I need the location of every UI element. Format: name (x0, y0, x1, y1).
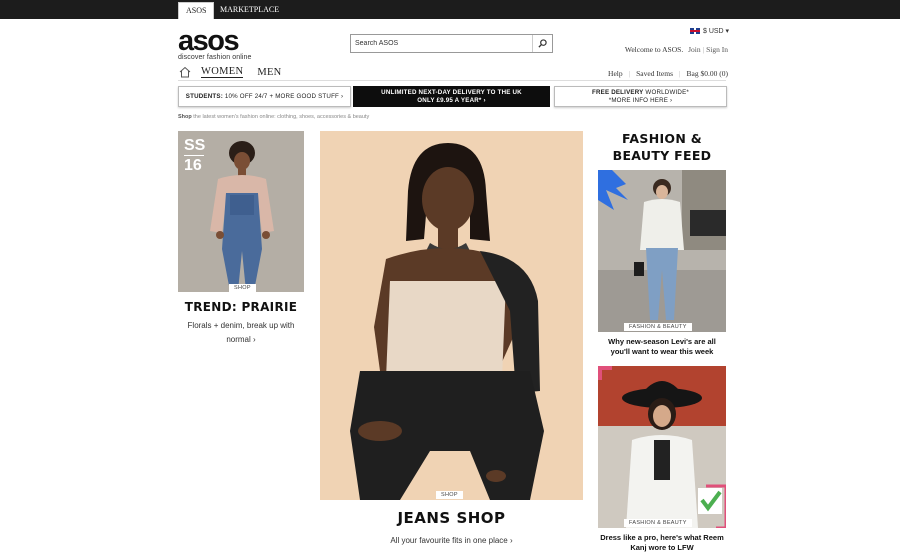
feed-item-1-tag: FASHION & BEAUTY (624, 323, 692, 331)
shop-tag: SHOP (436, 491, 463, 499)
search-input[interactable] (351, 35, 531, 52)
feed-title-line1: FASHION & (622, 131, 702, 146)
bag-label: Bag (686, 69, 699, 78)
logo-tagline: discover fashion online (178, 54, 252, 61)
feed-item-1-caption[interactable]: Why new-season Levi's are all you'll wan… (598, 337, 726, 357)
asos-logo[interactable]: asos discover fashion online (178, 25, 254, 62)
nav-women[interactable]: WOMEN (201, 66, 244, 78)
students-text: 10% OFF 24/7 + MORE GOOD STUFF › (222, 92, 344, 100)
street-style-photo (598, 170, 726, 332)
feed-item-1-image[interactable]: FASHION & BEAUTY (598, 170, 726, 332)
trend-subtitle[interactable]: Florals + denim, break up with normal › (185, 319, 297, 347)
top-bar: ASOS MARKETPLACE (0, 0, 900, 19)
uk-flag-icon (690, 28, 700, 34)
currency-selector[interactable]: $ USD ▾ (690, 27, 729, 35)
search-icon (538, 39, 547, 48)
logo-text: asos (178, 25, 240, 57)
nav-divider (178, 80, 726, 81)
jeans-shop-image[interactable]: SHOP (320, 131, 583, 500)
students-promo[interactable]: STUDENTS: 10% OFF 24/7 + MORE GOOD STUFF… (178, 86, 351, 107)
currency-label: $ USD ▾ (703, 28, 730, 35)
tab-asos[interactable]: ASOS (178, 2, 215, 19)
bag-link[interactable]: Bag $0.00 (0) (687, 69, 728, 78)
welcome-text: Welcome to ASOS. (624, 45, 684, 54)
trend-title[interactable]: TREND: PRAIRIE (178, 300, 304, 314)
search-button[interactable] (532, 35, 552, 52)
badge-top: SS (184, 137, 206, 154)
model-figure (320, 131, 583, 500)
account-links: Welcome to ASOS. Join | Sign In (624, 45, 728, 54)
feed-item-2-caption[interactable]: Dress like a pro, here's what Reem Kanj … (598, 533, 726, 553)
delivery-promo[interactable]: UNLIMITED NEXT-DAY DELIVERY TO THE UK ON… (353, 86, 550, 107)
free-bold: FREE DELIVERY (591, 88, 644, 96)
tab-marketplace[interactable]: MARKETPLACE (213, 2, 286, 19)
utility-links: Help | Saved Items | Bag $0.00 (0) (608, 69, 728, 78)
ss16-badge: SS 16 (184, 137, 205, 174)
free-delivery-promo[interactable]: FREE DELIVERY WORLDWIDE* *MORE INFO HERE… (554, 86, 727, 107)
breadcrumb-bold: Shop (178, 114, 192, 120)
jeans-shop-subtitle[interactable]: All your favourite fits in one place › (320, 536, 583, 545)
sign-in-link[interactable]: Sign In (706, 45, 728, 54)
badge-bottom: 16 (184, 157, 202, 174)
breadcrumb: Shop the latest women's fashion online: … (178, 114, 369, 120)
delivery-line2: ONLY £9.95 A YEAR* › (417, 96, 486, 104)
feed-item-2-tag: FASHION & BEAUTY (624, 519, 692, 527)
breadcrumb-text: the latest women's fashion online: cloth… (191, 114, 370, 120)
free-text: WORLDWIDE* (643, 88, 690, 96)
feed-title: FASHION & BEAUTY FEED (598, 130, 726, 164)
trend-prairie-image[interactable]: SS 16 SHOP (178, 131, 304, 292)
feed-title-line2: BEAUTY FEED (612, 148, 712, 163)
free-line2: *MORE INFO HERE › (608, 96, 673, 104)
home-icon[interactable] (178, 66, 192, 78)
nav-men[interactable]: MEN (257, 67, 281, 78)
join-link[interactable]: Join (688, 45, 701, 54)
feed-item-2-image[interactable]: FASHION & BEAUTY (598, 366, 726, 528)
saved-items-link[interactable]: Saved Items (636, 69, 673, 78)
bag-total: $0.00 (0) (700, 69, 729, 78)
search-box (350, 34, 553, 53)
delivery-line1: UNLIMITED NEXT-DAY DELIVERY TO THE UK (381, 88, 522, 96)
street-style-photo (598, 366, 726, 528)
shop-tag: SHOP (229, 284, 256, 292)
main-nav: WOMEN MEN (178, 66, 296, 78)
jeans-shop-title[interactable]: JEANS SHOP (320, 509, 583, 527)
students-bold: STUDENTS: (185, 92, 223, 100)
help-link[interactable]: Help (608, 69, 623, 78)
